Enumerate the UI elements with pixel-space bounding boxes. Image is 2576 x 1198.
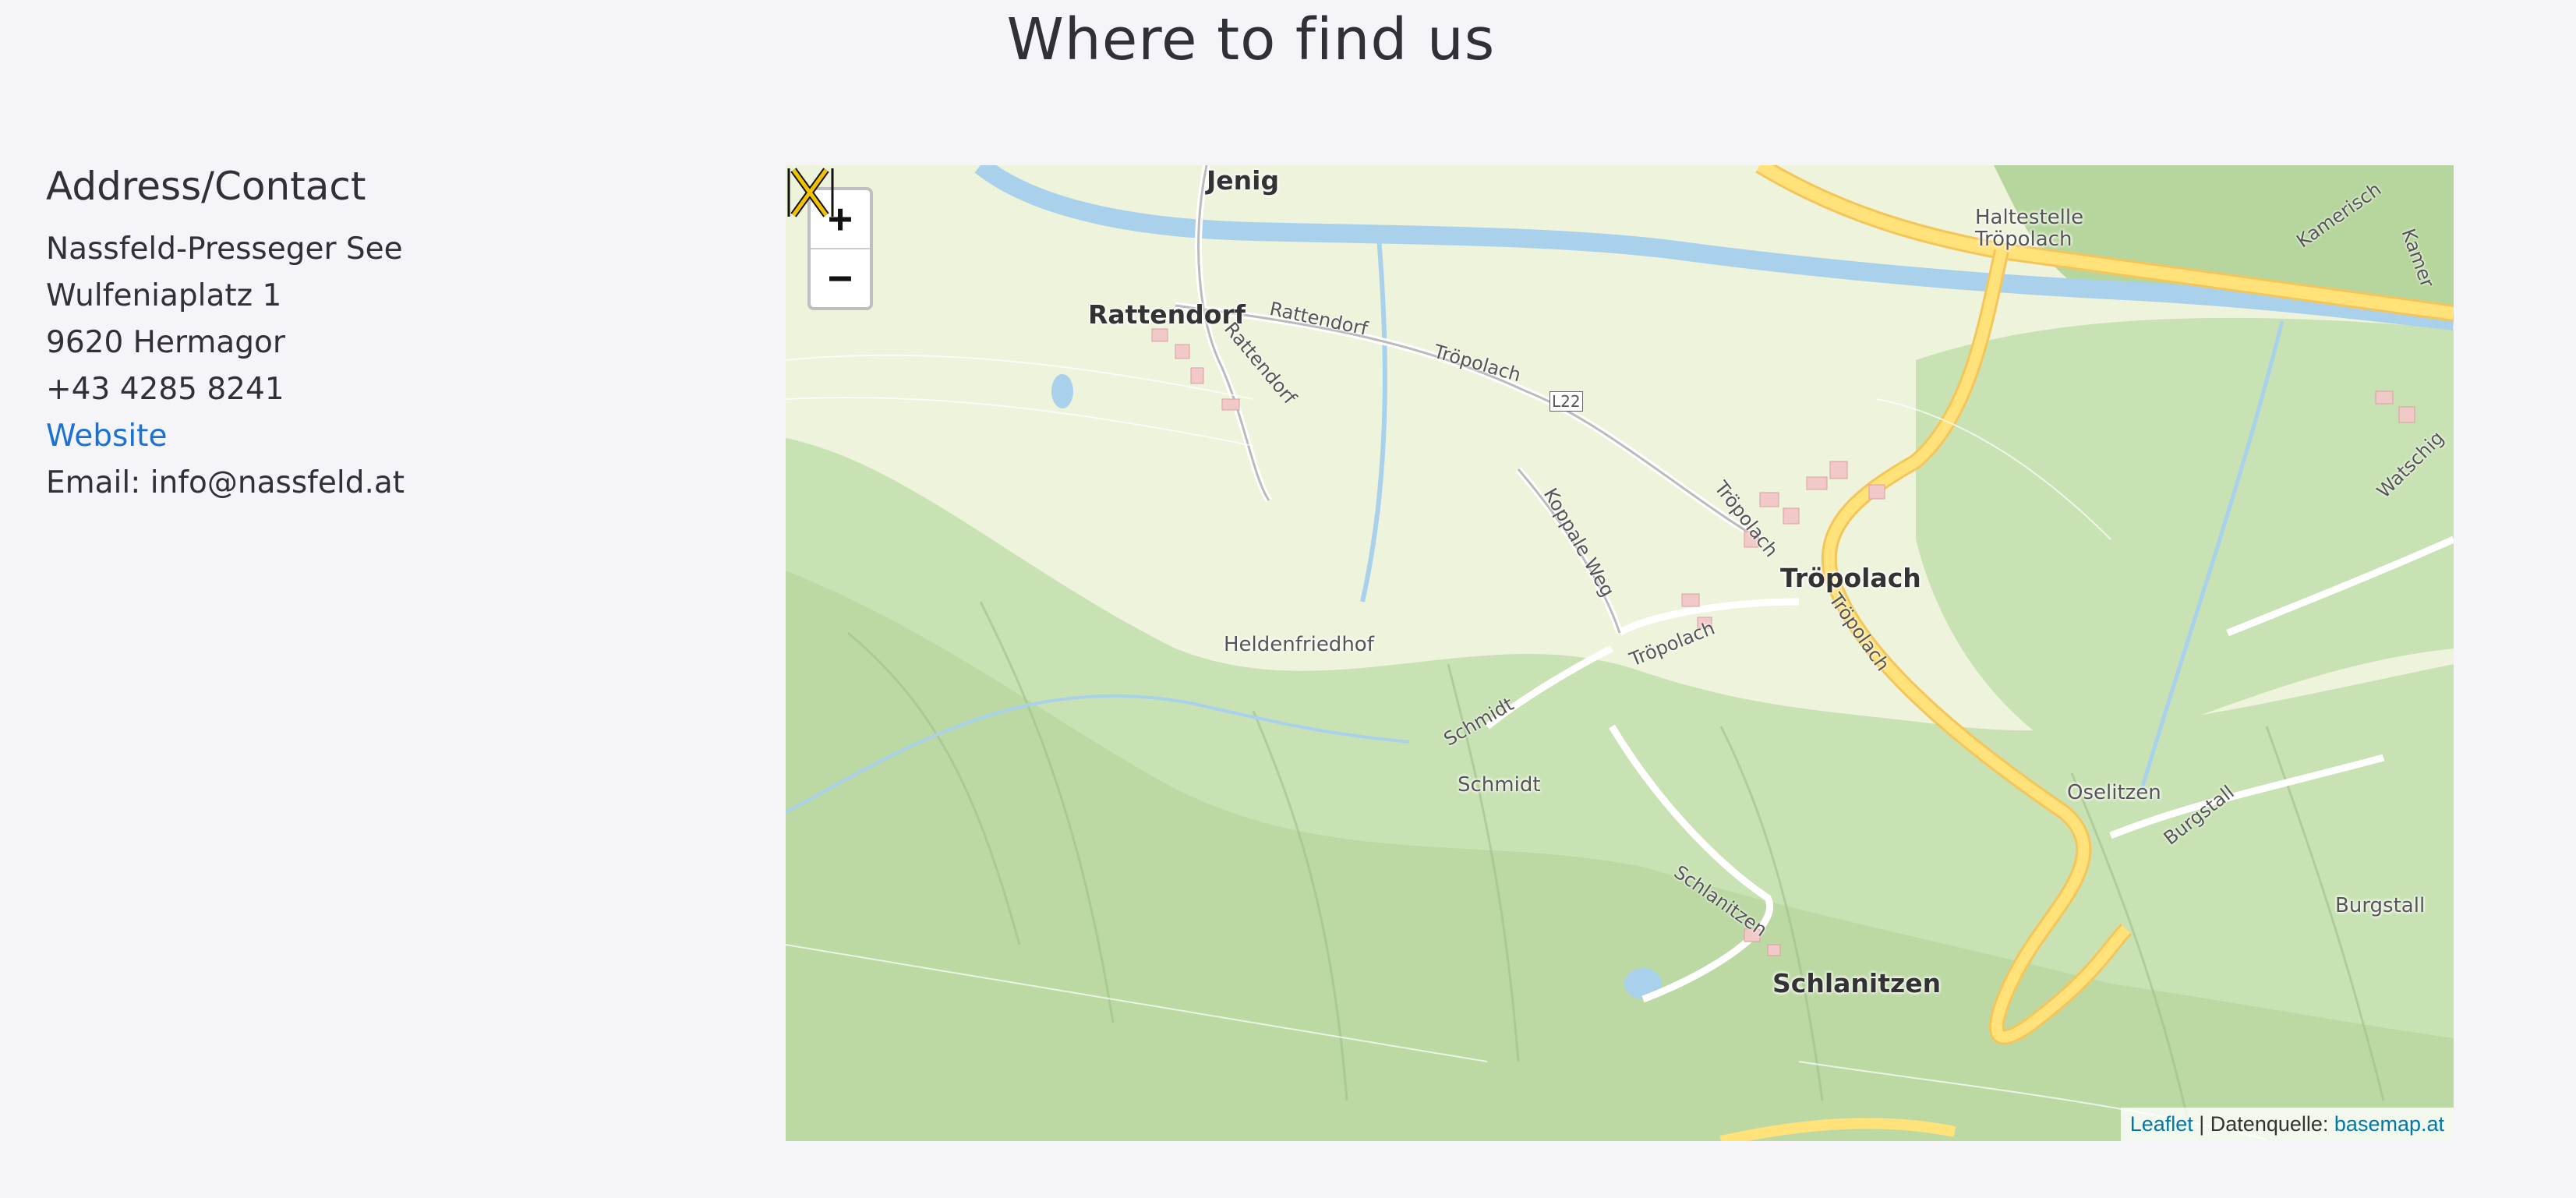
leaflet-link[interactable]: Leaflet	[2130, 1112, 2193, 1136]
place-label: Burgstall	[2335, 894, 2426, 917]
contact-city: 9620 Hermagor	[46, 325, 285, 360]
contact-heading: Address/Contact	[46, 164, 366, 209]
place-label: Jenig	[1207, 165, 1280, 196]
map-tiles[interactable]	[786, 165, 2454, 1141]
contact-section: Address/Contact Nassfeld-Presseger See W…	[46, 164, 732, 507]
contact-name: Nassfeld-Presseger See	[46, 231, 403, 267]
place-label: Rattendorf	[1088, 299, 1246, 330]
place-label: Heldenfriedhof	[1224, 633, 1374, 656]
place-label: Schlanitzen	[1772, 968, 1942, 998]
place-label: Schmidt	[1458, 773, 1541, 797]
map-attribution: Leaflet | Datenquelle: basemap.at	[2120, 1108, 2454, 1141]
contact-street: Wulfeniaplatz 1	[46, 278, 282, 313]
road-label: L22	[1549, 391, 1583, 412]
contact-phone: +43 4285 8241	[46, 372, 284, 407]
place-label: Tröpolach	[1975, 228, 2072, 251]
contact-email: Email: info@nassfeld.at	[46, 465, 405, 500]
attribution-separator: | Datenquelle:	[2193, 1112, 2334, 1136]
place-label: Oselitzen	[2067, 781, 2161, 804]
place-label: Haltestelle	[1975, 206, 2084, 229]
place-label: Tröpolach	[1780, 563, 1921, 593]
zoom-out-button[interactable]: −	[811, 248, 870, 307]
page-title: Where to find us	[1006, 6, 1496, 73]
basemap-link[interactable]: basemap.at	[2334, 1112, 2444, 1136]
map[interactable]: + − Jenig Rattendorf Rattendorf Rattendo…	[786, 165, 2454, 1141]
ski-marker-icon[interactable]	[786, 165, 837, 220]
website-link[interactable]: Website	[46, 413, 732, 460]
